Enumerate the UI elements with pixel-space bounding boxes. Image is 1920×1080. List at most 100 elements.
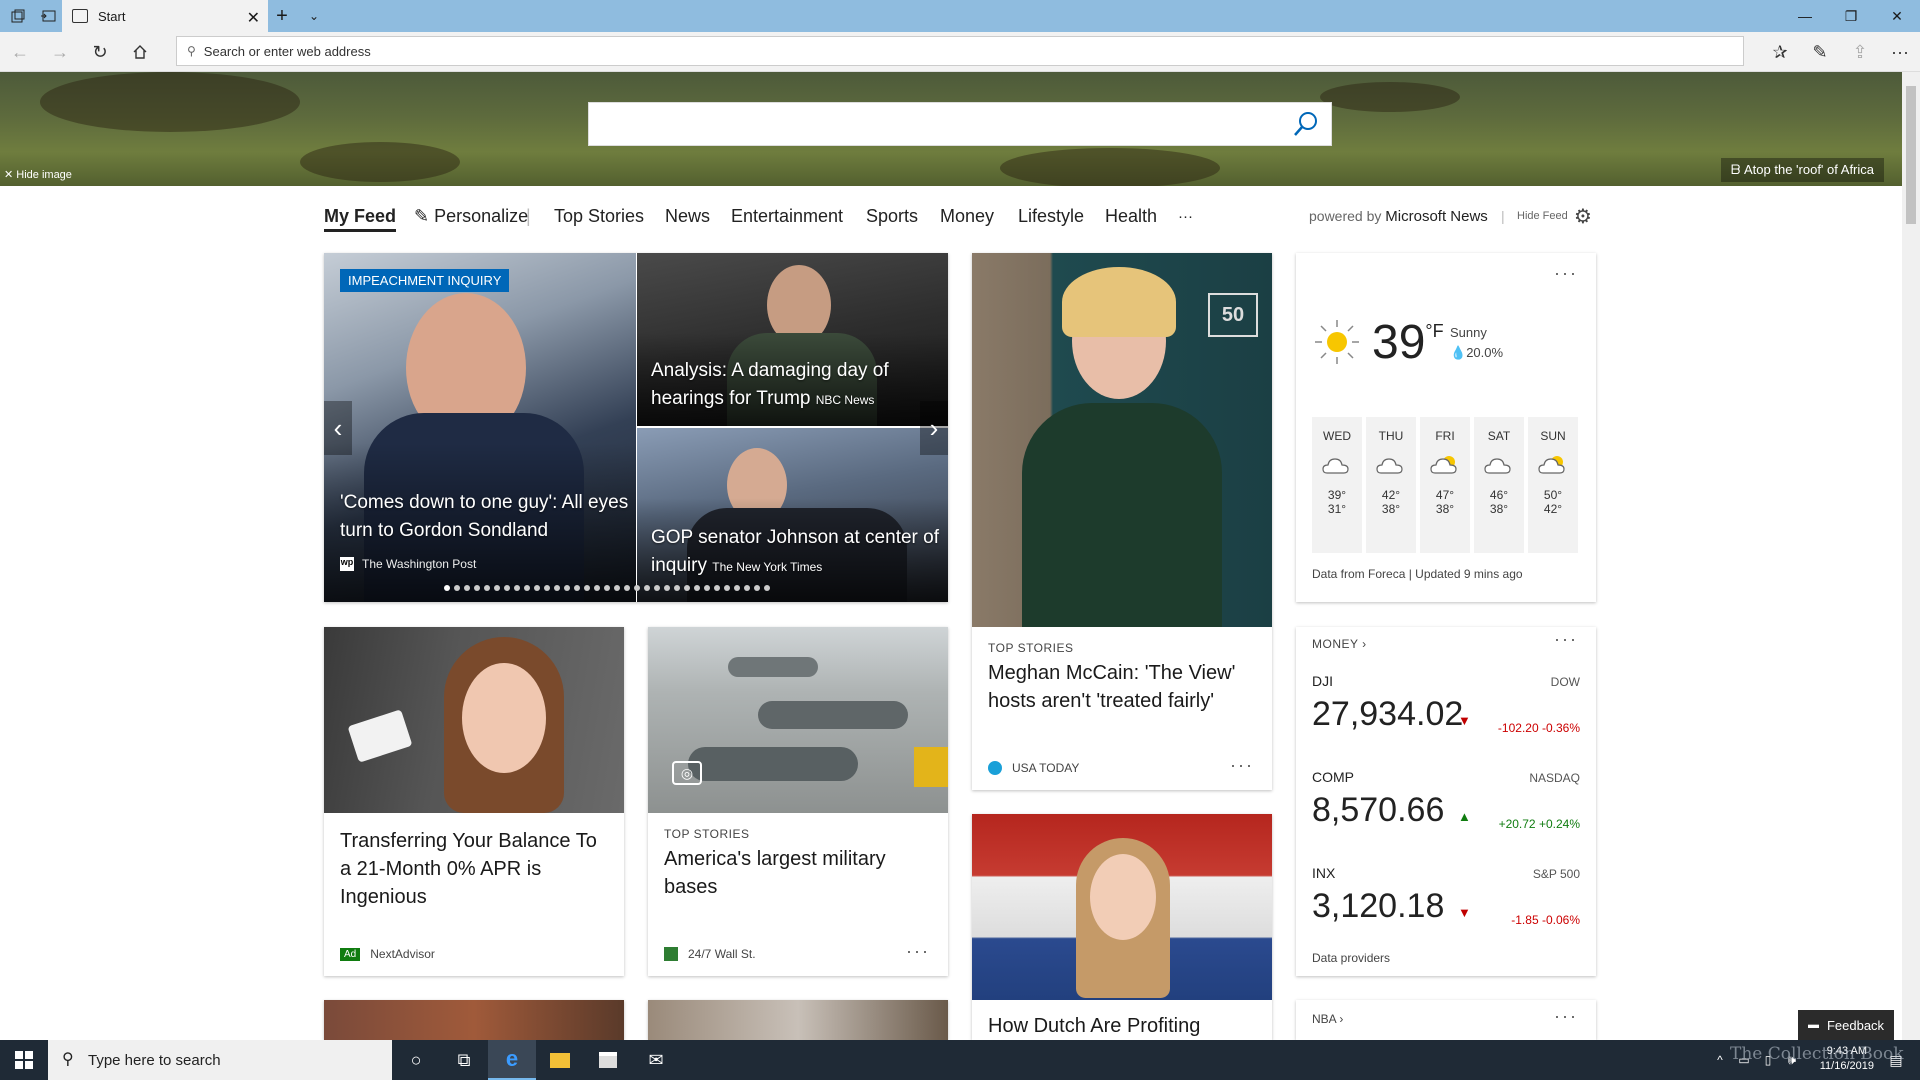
carousel-next-button[interactable]: › — [920, 401, 948, 455]
carousel-dot[interactable] — [694, 585, 700, 591]
favorites-button[interactable]: ✰ — [1762, 36, 1798, 68]
story-card-bases[interactable]: ◎ TOP STORIES America's largest military… — [648, 627, 948, 976]
carousel-dot[interactable] — [494, 585, 500, 591]
store-button[interactable] — [584, 1040, 632, 1080]
money-card[interactable]: MONEY › ··· DJI DOW 27,934.02 ▼ -102.20 -0.3… — [1296, 627, 1596, 976]
story-image-hearings[interactable]: Analysis: A damaging day of hearings for… — [637, 253, 948, 426]
tab-health[interactable]: Health — [1105, 206, 1157, 227]
carousel-dot[interactable] — [704, 585, 710, 591]
home-button[interactable] — [122, 36, 158, 68]
forward-button[interactable]: → — [42, 36, 78, 68]
close-window-button[interactable]: ✕ — [1874, 0, 1920, 32]
carousel-dot[interactable] — [754, 585, 760, 591]
carousel-pagination[interactable] — [444, 585, 770, 591]
set-aside-tabs-icon[interactable] — [30, 0, 66, 32]
story-image-johnson[interactable]: GOP senator Johnson at center of inquiry… — [637, 428, 948, 602]
tab-news[interactable]: News — [665, 206, 710, 227]
ad-headline[interactable]: Transferring Your Balance To a 21-Month … — [340, 827, 612, 911]
tab-sports[interactable]: Sports — [866, 206, 918, 227]
carousel-dot[interactable] — [734, 585, 740, 591]
carousel-dot[interactable] — [714, 585, 720, 591]
tab-my-feed[interactable]: My Feed — [324, 206, 397, 232]
tab-entertainment[interactable]: Entertainment — [731, 206, 843, 227]
carousel-dot[interactable] — [544, 585, 550, 591]
carousel-dot[interactable] — [444, 585, 450, 591]
hide-image-button[interactable]: ✕ Hide image — [4, 168, 72, 181]
edge-app-button[interactable]: e — [488, 1040, 536, 1080]
story-card-mccain[interactable]: 50 TOP STORIES Meghan McCain: 'The View'… — [972, 253, 1272, 790]
file-explorer-button[interactable] — [536, 1040, 584, 1080]
carousel-dot[interactable] — [594, 585, 600, 591]
carousel-dot[interactable] — [614, 585, 620, 591]
cortana-button[interactable]: ○ — [392, 1040, 440, 1080]
minimize-button[interactable]: — — [1782, 0, 1828, 32]
carousel-dot[interactable] — [744, 585, 750, 591]
data-providers-link[interactable]: Data providers — [1312, 951, 1390, 965]
carousel-prev-button[interactable]: ‹ — [324, 401, 352, 455]
carousel-dot[interactable] — [564, 585, 570, 591]
carousel-dot[interactable] — [504, 585, 510, 591]
carousel-dot[interactable] — [604, 585, 610, 591]
more-options-button[interactable]: ··· — [1554, 629, 1578, 650]
more-options-button[interactable]: ··· — [1230, 755, 1254, 776]
ad-card[interactable]: Transferring Your Balance To a 21-Month … — [324, 627, 624, 976]
image-credit-link[interactable]: ᗷ Atop the 'roof' of Africa — [1721, 158, 1884, 182]
carousel-dot[interactable] — [514, 585, 520, 591]
carousel-dot[interactable] — [724, 585, 730, 591]
start-button[interactable] — [0, 1040, 48, 1080]
story-headline[interactable]: America's largest military bases — [664, 845, 936, 901]
nba-title[interactable]: NBA › — [1312, 1012, 1343, 1026]
weather-card[interactable]: ··· 39°F Sunny 💧20.0% WED 39° 31° THU 42° 38°… — [1296, 253, 1596, 602]
restore-button[interactable]: ❐ — [1828, 0, 1874, 32]
carousel-dot[interactable] — [454, 585, 460, 591]
more-tabs-button[interactable]: ··· — [1178, 208, 1193, 225]
carousel-dot[interactable] — [674, 585, 680, 591]
web-search-input[interactable] — [588, 102, 1332, 146]
story-image-sondland[interactable]: IMPEACHMENT INQUIRY 'Comes down to one g… — [324, 253, 636, 602]
nba-card[interactable]: NBA › ··· — [1296, 1000, 1596, 1040]
carousel-dot[interactable] — [574, 585, 580, 591]
carousel-dot[interactable] — [764, 585, 770, 591]
address-bar[interactable]: ⚲ Search or enter web address — [176, 36, 1744, 66]
back-button[interactable]: ← — [2, 36, 38, 68]
carousel-dot[interactable] — [554, 585, 560, 591]
story-card-partial[interactable] — [324, 1000, 624, 1040]
forecast-day[interactable]: FRI 47° 38° — [1420, 417, 1470, 553]
forecast-day[interactable]: SUN 50° 42° — [1528, 417, 1578, 553]
carousel-dot[interactable] — [584, 585, 590, 591]
carousel-dot[interactable] — [464, 585, 470, 591]
carousel-dot[interactable] — [664, 585, 670, 591]
carousel-dot[interactable] — [634, 585, 640, 591]
taskbar-search-input[interactable]: ⚲ Type here to search — [48, 1040, 392, 1080]
more-options-button[interactable]: ··· — [1554, 1006, 1578, 1027]
tab-top-stories[interactable]: Top Stories — [554, 206, 644, 227]
tab-preview-button[interactable]: ⌄ — [296, 0, 332, 32]
new-tab-button[interactable]: + — [264, 0, 300, 32]
feedback-button[interactable]: ▬ Feedback — [1798, 1010, 1894, 1040]
task-view-button[interactable]: ⧉ — [440, 1040, 488, 1080]
mail-button[interactable]: ✉ — [632, 1040, 680, 1080]
more-options-button[interactable]: ··· — [906, 941, 930, 962]
share-button[interactable]: ⇪ — [1842, 36, 1878, 68]
story-headline[interactable]: Meghan McCain: 'The View' hosts aren't '… — [988, 659, 1260, 715]
tab-start[interactable]: Start ✕ — [62, 0, 268, 32]
carousel-dot[interactable] — [624, 585, 630, 591]
gear-icon[interactable]: ⚙ — [1574, 204, 1592, 229]
money-title[interactable]: MONEY › — [1312, 637, 1367, 651]
tab-money[interactable]: Money — [940, 206, 994, 227]
search-icon[interactable] — [1291, 109, 1321, 139]
scroll-thumb[interactable] — [1906, 86, 1916, 224]
notes-button[interactable]: ✎ — [1802, 36, 1838, 68]
page-scrollbar[interactable] — [1902, 72, 1920, 1040]
more-options-button[interactable]: ··· — [1554, 263, 1578, 284]
settings-more-button[interactable]: ··· — [1882, 36, 1918, 68]
forecast-day[interactable]: WED 39° 31° — [1312, 417, 1362, 553]
main-headline[interactable]: 'Comes down to one guy': All eyes turn t… — [340, 489, 630, 545]
carousel-dot[interactable] — [684, 585, 690, 591]
story-card-partial[interactable] — [648, 1000, 948, 1040]
carousel-dot[interactable] — [474, 585, 480, 591]
carousel-dot[interactable] — [524, 585, 530, 591]
hide-feed-button[interactable]: Hide Feed — [1517, 210, 1568, 222]
close-tab-icon[interactable]: ✕ — [247, 8, 260, 28]
carousel-dot[interactable] — [654, 585, 660, 591]
